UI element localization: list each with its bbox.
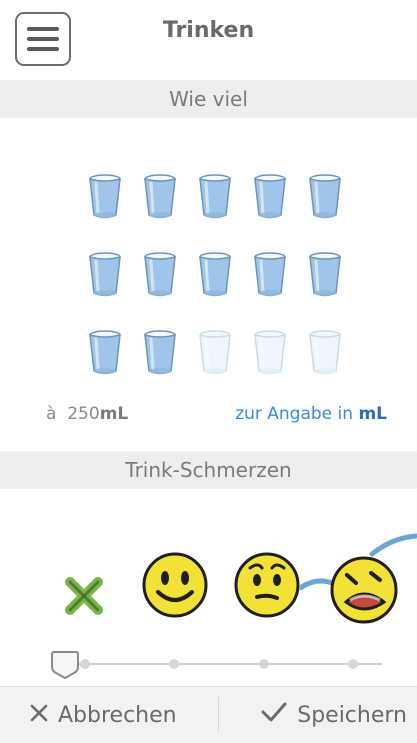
unit-switch-link[interactable]: zur Angabe in mL (235, 404, 387, 424)
slider-step[interactable] (169, 659, 179, 669)
footer-bar: Abbrechen Speichern (0, 686, 417, 743)
slider-step[interactable] (259, 659, 269, 669)
save-button[interactable]: Speichern (261, 687, 407, 743)
glass-full-icon[interactable] (251, 173, 289, 221)
glass-full-icon[interactable] (196, 173, 234, 221)
section-header-pain: Trink-Schmerzen (0, 451, 417, 489)
smile-face-icon[interactable] (140, 550, 210, 624)
glass-full-icon[interactable] (86, 251, 124, 299)
per-glass-info: à 250mL (46, 404, 129, 424)
glass-full-icon[interactable] (196, 251, 234, 299)
section-header-amount: Wie viel (0, 80, 417, 118)
menu-icon-line (27, 47, 59, 51)
pain-options (0, 530, 417, 630)
glass-full-icon[interactable] (306, 173, 344, 221)
pain-slider[interactable] (51, 651, 382, 680)
glass-empty-icon[interactable] (251, 329, 289, 377)
slider-thumb[interactable] (50, 649, 80, 680)
glass-full-icon[interactable] (86, 173, 124, 221)
cancel-button[interactable]: Abbrechen (30, 687, 177, 743)
crying-face-icon[interactable] (297, 530, 417, 634)
glass-full-icon[interactable] (86, 329, 124, 377)
glass-full-icon[interactable] (306, 251, 344, 299)
glass-full-icon[interactable] (251, 251, 289, 299)
close-icon (30, 703, 48, 728)
glass-empty-icon[interactable] (196, 329, 234, 377)
page-title: Trinken (162, 18, 255, 43)
slider-step[interactable] (80, 659, 90, 669)
slider-step[interactable] (348, 659, 358, 669)
no-pain-cross-icon[interactable] (62, 574, 106, 622)
glass-empty-icon[interactable] (306, 329, 344, 377)
glass-full-icon[interactable] (141, 329, 179, 377)
app-header: Trinken (0, 0, 417, 76)
glass-grid (86, 173, 348, 383)
neutral-face-icon[interactable] (232, 550, 302, 624)
check-icon (261, 702, 287, 728)
glass-full-icon[interactable] (141, 173, 179, 221)
glass-full-icon[interactable] (141, 251, 179, 299)
footer-divider (218, 697, 219, 733)
